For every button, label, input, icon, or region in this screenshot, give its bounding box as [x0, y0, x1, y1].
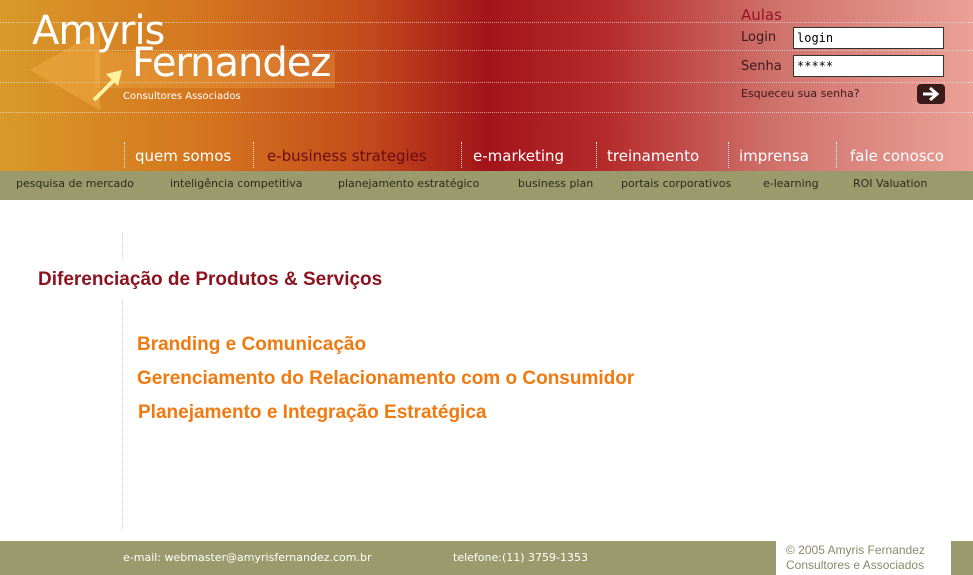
copyright-line2: Consultores e Associados — [786, 558, 925, 572]
copyright-line1: © 2005 Amyris Fernandez — [786, 543, 925, 557]
nav-item-quem-somos[interactable]: quem somos — [135, 147, 231, 165]
forgot-password-link[interactable]: Esqueceu sua senha? — [741, 87, 860, 100]
footer-email[interactable]: e-mail: webmaster@amyrisfernandez.com.br — [123, 551, 372, 564]
login-label: Login — [741, 30, 777, 45]
password-input[interactable]: ***** — [793, 55, 944, 77]
header-banner: Amyris Fernandez Consultores Associados … — [0, 0, 973, 171]
subnav-item-pesquisa-de-mercado[interactable]: pesquisa de mercado — [16, 177, 134, 190]
nav-separator — [253, 142, 254, 168]
nav-separator — [461, 142, 462, 168]
password-label: Senha — [741, 59, 782, 74]
subnav-item-inteligencia-competitiva[interactable]: inteligência competitiva — [170, 177, 303, 190]
nav-item-imprensa[interactable]: imprensa — [739, 147, 809, 165]
content-dotted-divider — [122, 232, 123, 260]
login-submit-button[interactable] — [917, 84, 945, 104]
subnav-item-portais-corporativos[interactable]: portais corporativos — [621, 177, 731, 190]
subnav-item-business-plan[interactable]: business plan — [518, 177, 593, 190]
service-link-branding[interactable]: Branding e Comunicação — [137, 334, 366, 356]
logo-text-line2: Fernandez — [132, 40, 331, 86]
footer-copyright-box: © 2005 Amyris Fernandez Consultores e As… — [776, 541, 951, 575]
nav-separator — [596, 142, 597, 168]
nav-separator — [836, 142, 837, 168]
footer: e-mail: webmaster@amyrisfernandez.com.br… — [0, 541, 973, 575]
nav-item-e-marketing[interactable]: e-marketing — [473, 147, 564, 165]
subnav-item-e-learning[interactable]: e-learning — [763, 177, 819, 190]
nav-item-e-business-strategies[interactable]: e-business strategies — [267, 147, 427, 165]
service-link-planejamento[interactable]: Planejamento e Integração Estratégica — [138, 402, 486, 424]
sub-navigation: pesquisa de mercado inteligência competi… — [0, 171, 973, 200]
logo-arrow-icon — [92, 70, 122, 102]
subnav-item-planejamento-estrategico[interactable]: planejamento estratégico — [338, 177, 479, 190]
footer-phone: telefone:(11) 3759-1353 — [453, 551, 588, 564]
section-title: Diferenciação de Produtos & Serviços — [38, 269, 383, 290]
login-title: Aulas — [741, 6, 782, 24]
nav-separator — [728, 142, 729, 168]
login-input[interactable]: login — [793, 27, 944, 49]
logo-tagline: Consultores Associados — [123, 91, 241, 102]
arrow-right-icon — [923, 87, 940, 101]
content-dotted-divider — [122, 300, 123, 530]
nav-item-treinamento[interactable]: treinamento — [607, 147, 699, 165]
subnav-item-roi-valuation[interactable]: ROI Valuation — [853, 177, 927, 190]
nav-item-fale-conosco[interactable]: fale conosco — [850, 147, 944, 165]
service-link-crm[interactable]: Gerenciamento do Relacionamento com o Co… — [137, 368, 634, 390]
nav-separator — [124, 142, 125, 168]
decorative-dotted-line — [0, 112, 973, 113]
